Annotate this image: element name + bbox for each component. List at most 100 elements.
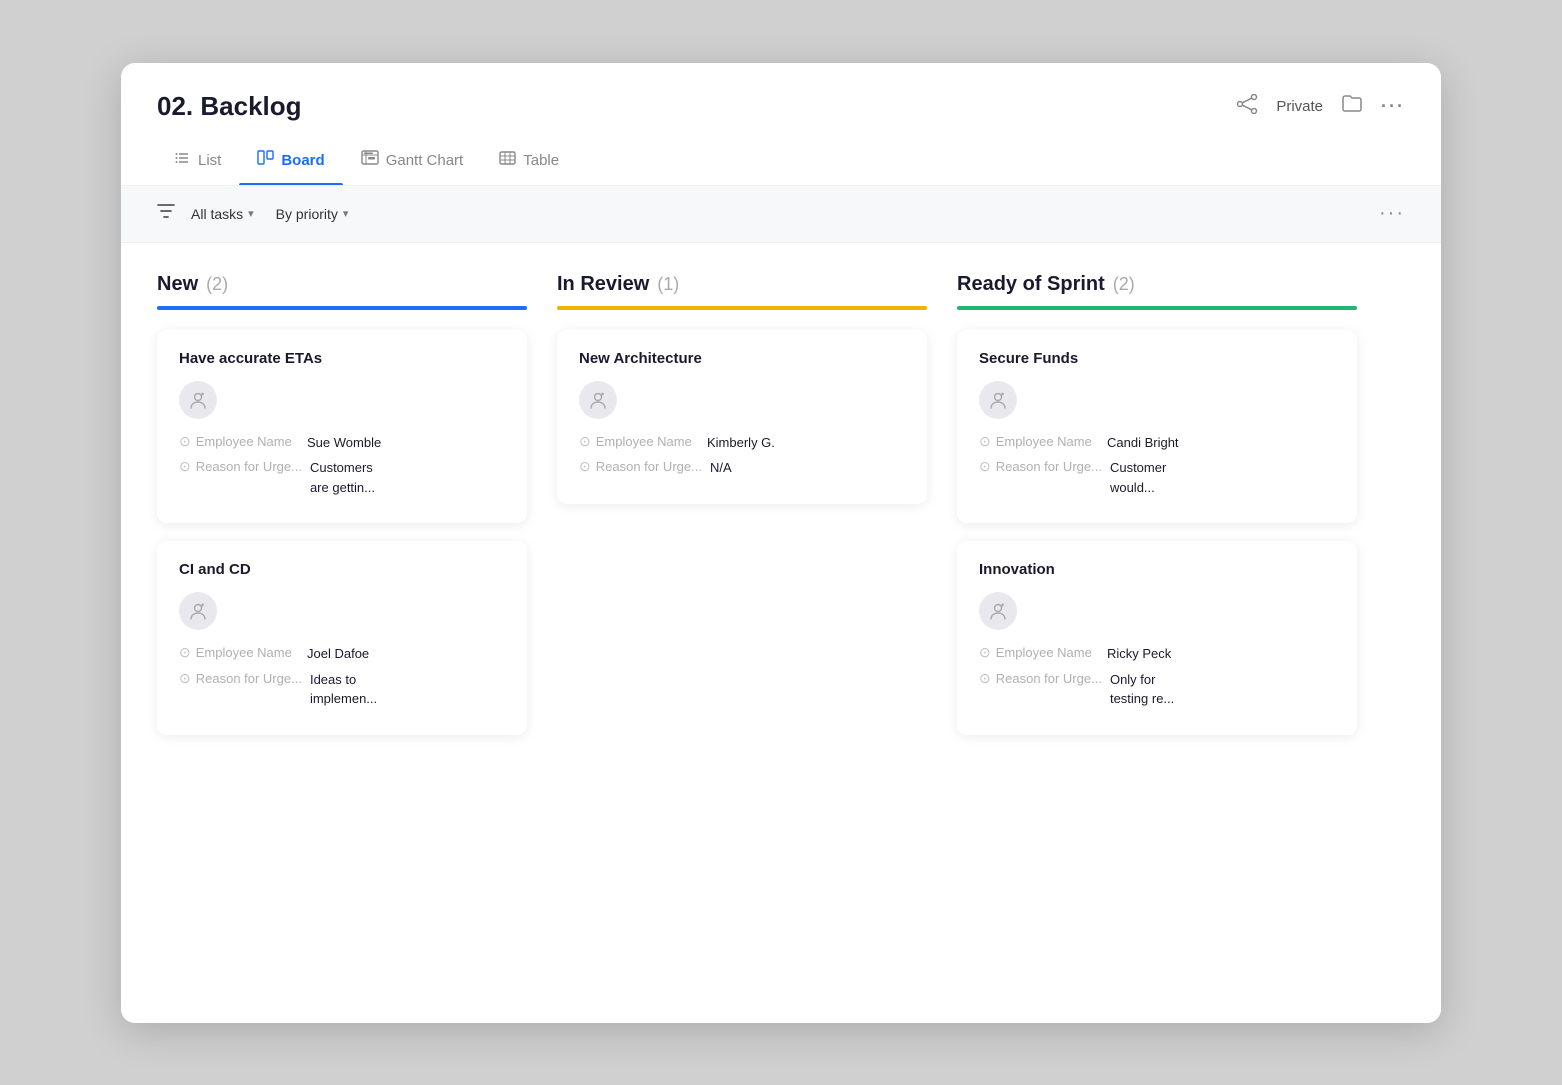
private-label: Private [1276,98,1323,115]
reason-urge-label: ⊙ Reason for Urge... [179,458,302,475]
employee-name-label: ⊙ Employee Name [179,433,299,450]
card-have-accurate-etas-title: Have accurate ETAs [179,350,505,367]
check-icon: ⊙ [579,458,591,475]
tabs-bar: List Board Gantt Chart Table [121,122,1441,186]
by-priority-chevron: ▾ [343,207,349,220]
all-tasks-filter[interactable]: All tasks ▾ [185,202,260,226]
check-icon: ⊙ [179,458,191,475]
column-in-review-header: In Review (1) [557,273,927,296]
board: New (2) Have accurate ETAs ⊙ Employee Na… [121,243,1441,1023]
check-icon: ⊙ [979,433,991,450]
private-text: Private [1276,98,1323,115]
list-icon [175,150,191,171]
card-have-accurate-etas: Have accurate ETAs ⊙ Employee Name Sue W… [157,330,527,524]
tab-list-label: List [198,152,221,169]
employee-name-value: Ricky Peck [1107,644,1171,664]
card-innovation: Innovation ⊙ Employee Name Ricky Peck ⊙ … [957,541,1357,735]
column-ready-sprint-bar [957,306,1357,310]
check-icon: ⊙ [179,433,191,450]
by-priority-filter[interactable]: By priority ▾ [270,202,355,226]
card-secure-funds-title: Secure Funds [979,350,1335,367]
column-ready-sprint-count: (2) [1113,274,1135,295]
reason-urge-value: Ideas toimplemen... [310,670,377,709]
employee-name-value: Kimberly G. [707,433,775,453]
check-icon: ⊙ [979,644,991,661]
card-ci-and-cd-title: CI and CD [179,561,505,578]
column-in-review-title: In Review [557,273,649,296]
column-new-count: (2) [206,274,228,295]
reason-urge-value: N/A [710,458,732,478]
column-new: New (2) Have accurate ETAs ⊙ Employee Na… [157,273,557,993]
column-in-review-count: (1) [657,274,679,295]
tab-gantt-label: Gantt Chart [386,152,464,169]
check-icon: ⊙ [179,670,191,687]
share-icon[interactable] [1236,94,1258,119]
column-ready-sprint-title: Ready of Sprint [957,273,1105,296]
all-tasks-label: All tasks [191,206,243,222]
employee-name-value: Joel Dafoe [307,644,369,664]
card-field: ⊙ Reason for Urge... Customerwould... [979,458,1335,497]
more-options-icon[interactable]: ··· [1381,96,1405,117]
column-new-header: New (2) [157,273,527,296]
column-ready-sprint-header: Ready of Sprint (2) [957,273,1357,296]
app-window: 02. Backlog Private ··· [121,63,1441,1023]
employee-name-label: ⊙ Employee Name [179,644,299,661]
card-field: ⊙ Employee Name Ricky Peck [979,644,1335,664]
employee-name-value: Sue Womble [307,433,381,453]
tab-board[interactable]: Board [239,140,342,184]
tab-list[interactable]: List [157,140,239,185]
by-priority-label: By priority [276,206,338,222]
column-ready-sprint: Ready of Sprint (2) Secure Funds ⊙ Emplo… [957,273,1357,993]
reason-urge-value: Customersare gettin... [310,458,375,497]
reason-urge-value: Customerwould... [1110,458,1166,497]
card-secure-funds-avatar[interactable] [979,381,1017,419]
toolbar-more-icon[interactable]: ··· [1379,202,1405,225]
card-field: ⊙ Employee Name Sue Womble [179,433,505,453]
employee-name-label: ⊙ Employee Name [979,433,1099,450]
all-tasks-chevron: ▾ [248,207,254,220]
tab-table-label: Table [523,152,559,169]
card-new-architecture-avatar[interactable] [579,381,617,419]
card-field: ⊙ Employee Name Candi Bright [979,433,1335,453]
card-innovation-avatar[interactable] [979,592,1017,630]
check-icon: ⊙ [979,458,991,475]
tab-board-label: Board [281,152,324,169]
column-in-review-bar [557,306,927,310]
toolbar: All tasks ▾ By priority ▾ ··· [121,186,1441,243]
toolbar-filters: All tasks ▾ By priority ▾ [157,202,354,226]
card-new-architecture-title: New Architecture [579,350,905,367]
header-actions: Private ··· [1236,93,1405,119]
check-icon: ⊙ [979,670,991,687]
column-new-bar [157,306,527,310]
filter-icon [157,203,175,224]
card-field: ⊙ Reason for Urge... Only fortesting re.… [979,670,1335,709]
card-field: ⊙ Reason for Urge... Ideas toimplemen... [179,670,505,709]
reason-urge-label: ⊙ Reason for Urge... [579,458,702,475]
employee-name-label: ⊙ Employee Name [979,644,1099,661]
page-title: 02. Backlog [157,91,302,122]
card-field: ⊙ Employee Name Joel Dafoe [179,644,505,664]
card-ci-and-cd: CI and CD ⊙ Employee Name Joel Dafoe ⊙ R… [157,541,527,735]
reason-urge-label: ⊙ Reason for Urge... [979,458,1102,475]
card-have-accurate-etas-avatar[interactable] [179,381,217,419]
folder-icon[interactable] [1341,93,1363,119]
board-icon [257,150,274,170]
column-in-review: In Review (1) New Architecture ⊙ Employe… [557,273,957,993]
reason-urge-label: ⊙ Reason for Urge... [979,670,1102,687]
card-ci-and-cd-avatar[interactable] [179,592,217,630]
card-field: ⊙ Employee Name Kimberly G. [579,433,905,453]
table-icon [499,151,516,170]
reason-urge-value: Only fortesting re... [1110,670,1174,709]
tab-table[interactable]: Table [481,141,577,184]
tab-gantt[interactable]: Gantt Chart [343,140,482,184]
check-icon: ⊙ [579,433,591,450]
employee-name-value: Candi Bright [1107,433,1179,453]
reason-urge-label: ⊙ Reason for Urge... [179,670,302,687]
column-new-title: New [157,273,198,296]
check-icon: ⊙ [179,644,191,661]
header: 02. Backlog Private ··· [121,63,1441,122]
employee-name-label: ⊙ Employee Name [579,433,699,450]
card-secure-funds: Secure Funds ⊙ Employee Name Candi Brigh… [957,330,1357,524]
card-field: ⊙ Reason for Urge... Customersare gettin… [179,458,505,497]
card-field: ⊙ Reason for Urge... N/A [579,458,905,478]
